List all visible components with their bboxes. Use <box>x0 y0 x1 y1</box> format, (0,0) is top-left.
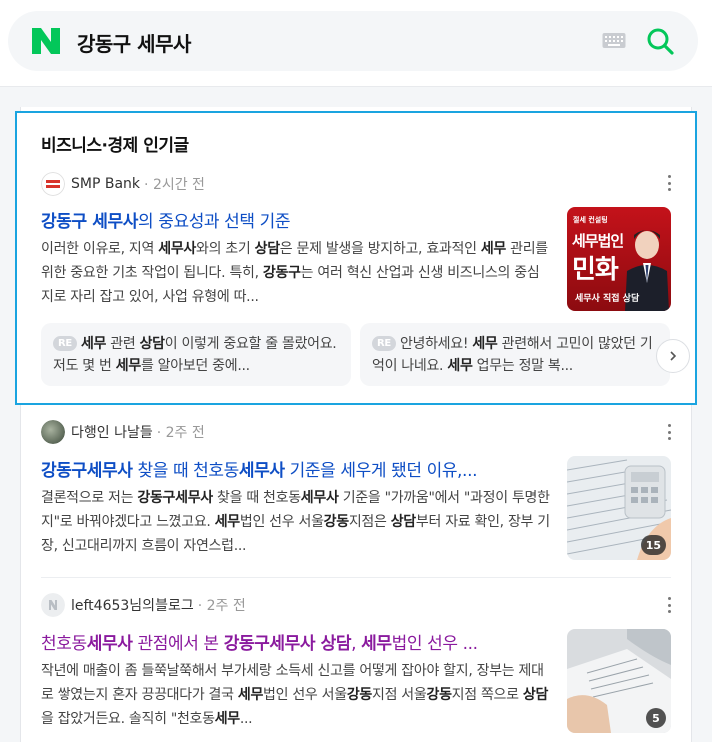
author-name[interactable]: left4653님의블로그 <box>71 595 194 615</box>
author-avatar[interactable] <box>41 420 65 444</box>
post-thumbnail[interactable]: 절세 컨설팅 세무법인 민화 세무사 직접 상담 <box>567 207 671 311</box>
reply-card[interactable]: RE 세무 관련 상담이 이렇게 중요할 줄 몰랐어요. 저도 몇 번 세무를 알… <box>41 323 351 386</box>
post-title-link[interactable]: 강동구 세무사의 중요성과 선택 기준 <box>41 207 556 232</box>
chevron-right-icon <box>670 351 677 361</box>
author-avatar[interactable] <box>41 593 65 617</box>
result-divider <box>41 577 671 578</box>
search-icon[interactable] <box>645 26 675 56</box>
reply-badge: RE <box>53 336 77 351</box>
title-keyword: 강동구 세무사 <box>41 212 138 232</box>
post-time: · 2주 전 <box>197 598 246 614</box>
keyboard-icon[interactable] <box>602 32 626 50</box>
section-title: 비즈니스·경제 인기글 <box>41 136 189 156</box>
thumb-bottom-text: 세무사 직접 상담 <box>575 294 640 304</box>
thumb-caption: 절세 컨설팅 <box>573 216 608 224</box>
post-time-value: 2주 전 <box>206 598 246 614</box>
naver-n-logo[interactable] <box>32 28 60 54</box>
post-description[interactable]: 결론적으로 저는 강동구세무사 찾을 때 천호동세무사 기준을 "가까움"에서 … <box>41 486 551 558</box>
next-replies-button[interactable] <box>656 339 690 373</box>
search-header: 강동구 세무사 <box>0 0 712 86</box>
reply-badge: RE <box>372 336 396 351</box>
post-time-value: 2시간 전 <box>152 177 205 193</box>
thumb-name-text: 민화 <box>572 255 619 285</box>
thumb-main-text: 세무법인 <box>572 232 624 250</box>
post-time: · 2시간 전 <box>144 177 205 193</box>
post-title-link[interactable]: 강동구세무사 찾을 때 천호동세무사 기준을 세우게 됐던 이유,... <box>41 456 551 481</box>
post-time-value: 2주 전 <box>165 425 205 441</box>
search-bar[interactable]: 강동구 세무사 <box>8 11 698 71</box>
post-meta: left4653님의블로그 · 2주 전 <box>41 593 246 617</box>
post-thumbnail[interactable]: 5 <box>567 629 671 733</box>
title-text: 의 중요성과 선택 기준 <box>137 212 291 232</box>
post-thumbnail[interactable]: 15 <box>567 456 671 560</box>
image-count-badge: 15 <box>640 535 666 555</box>
post-time: · 2주 전 <box>156 425 205 441</box>
image-count-badge: 5 <box>646 708 666 728</box>
reply-card[interactable]: RE 안녕하세요! 세무 관련해서 고민이 많았던 기억이 나네요. 세무 업무는… <box>360 323 670 386</box>
more-vertical-icon[interactable] <box>666 424 672 440</box>
post-title-link[interactable]: 천호동세무사 관점에서 본 강동구세무사 상담, 세무법인 선우 ... <box>41 629 551 654</box>
author-name[interactable]: SMP Bank <box>71 176 140 192</box>
post-meta: 다행인 나날들 · 2주 전 <box>41 420 205 444</box>
author-name[interactable]: 다행인 나날들 <box>71 422 153 442</box>
header-divider <box>0 86 712 87</box>
more-vertical-icon[interactable] <box>666 175 672 191</box>
search-query[interactable]: 강동구 세무사 <box>77 28 191 57</box>
post-meta: SMP Bank · 2시간 전 <box>41 172 205 196</box>
author-avatar[interactable] <box>41 172 65 196</box>
post-description[interactable]: 이러한 이유로, 지역 세무사와의 초기 상담은 문제 발생을 방지하고, 효과… <box>41 237 551 309</box>
more-vertical-icon[interactable] <box>666 597 672 613</box>
post-description[interactable]: 작년에 매출이 좀 들쭉날쭉해서 부가세랑 소득세 신고를 어떻게 잡아야 할지… <box>41 659 551 731</box>
